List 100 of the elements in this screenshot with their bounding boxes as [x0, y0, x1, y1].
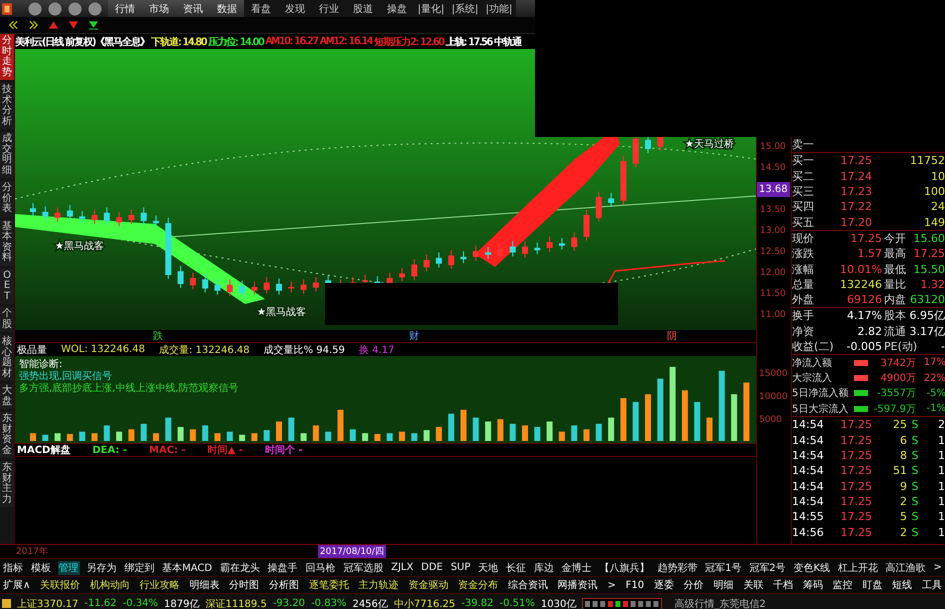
up-triangle-icon[interactable] — [48, 20, 59, 30]
quote-value: 10.01% — [840, 262, 882, 276]
toolbar-button[interactable]: 资金驱动 — [407, 578, 450, 592]
quote-label: 换手 — [792, 308, 814, 324]
side-tab[interactable]: 分价表 — [0, 181, 14, 216]
toolbar-tab[interactable]: 冠军1号 — [704, 560, 742, 574]
toolbar-button[interactable]: 关联 — [742, 578, 764, 592]
toolbar-tab[interactable]: 高江渔歌 — [884, 560, 927, 574]
diagnosis-text: 强势出现,回调买信号 — [19, 371, 112, 382]
down-triangle-icon[interactable] — [88, 20, 99, 30]
side-tab[interactable]: 大盘 — [0, 384, 14, 409]
toolbar-tab[interactable]: 管理 — [58, 560, 80, 574]
toolbar-button[interactable]: 千档 — [772, 578, 794, 592]
quote-label: 买一 — [792, 153, 814, 168]
toolbar-tab[interactable]: 操盘手 — [266, 560, 299, 574]
candlestick — [522, 240, 528, 258]
round-button-icon[interactable] — [68, 2, 82, 16]
bid-price: 17.25 — [840, 154, 872, 168]
toolbar-button[interactable]: 行业攻略 — [138, 578, 181, 592]
side-tab[interactable]: 东财资金 — [0, 412, 14, 458]
toolbar-tab[interactable]: 霸在龙头 — [218, 560, 261, 574]
menu-item[interactable]: 股道 — [346, 0, 380, 17]
toolbar-tab[interactable]: 库边 — [532, 560, 555, 574]
quote-label: 5日大宗流入 — [792, 402, 850, 416]
toolbar-tab[interactable]: 回马枪 — [304, 560, 336, 574]
toolbar-button[interactable]: 分时图 — [228, 578, 260, 592]
toolbar-button[interactable]: 短线 — [891, 578, 914, 592]
toolbar-button[interactable]: 扩展∧ — [2, 578, 32, 592]
side-tab[interactable]: 成交明细 — [0, 132, 14, 178]
toolbar-button[interactable]: > — [606, 580, 617, 590]
menu-item[interactable]: 看盘 — [244, 0, 278, 17]
double-left-chevron-icon[interactable] — [8, 20, 19, 30]
side-tab[interactable]: 个股 — [0, 307, 14, 332]
toolbar-tab[interactable]: 长征 — [505, 560, 528, 574]
round-button-icon[interactable] — [28, 2, 42, 16]
side-tab[interactable]: 东财主力 — [0, 461, 14, 507]
menu-item[interactable]: |系统| — [448, 0, 482, 17]
toolbar-button[interactable]: 监控 — [832, 578, 854, 592]
toolbar-button[interactable]: 关联报价 — [39, 578, 82, 592]
menu-item[interactable]: 行业 — [312, 0, 346, 17]
menu-item[interactable]: 行情 — [108, 0, 142, 17]
menu-item[interactable]: 发现 — [278, 0, 312, 17]
quote-label: 收益(二) — [792, 339, 834, 354]
volume-bar — [694, 402, 700, 441]
chart-title-text: 美利云(日线 前复权)《黑马全息》 — [15, 36, 149, 48]
toolbar-tab[interactable]: SUP — [450, 562, 472, 573]
menu-item[interactable]: |量化| — [414, 0, 448, 17]
toolbar-button[interactable]: 网播资讯 — [556, 578, 599, 592]
toolbar-tab[interactable]: DDE — [420, 562, 444, 573]
menu-item[interactable]: 数据 — [210, 0, 244, 17]
toolbar-button[interactable]: 明细表 — [188, 578, 220, 592]
toolbar-button[interactable]: 主力轨迹 — [358, 578, 400, 592]
menu-item[interactable]: 市场 — [142, 0, 176, 17]
toolbar-tab[interactable]: 【八旗兵】 — [598, 560, 650, 574]
round-button-icon[interactable] — [48, 2, 62, 16]
toolbar-tab[interactable]: 金博士 — [560, 560, 593, 574]
toolbar-button[interactable]: 盯盘 — [861, 578, 884, 592]
toolbar-button[interactable]: 逐笔委托 — [308, 578, 350, 592]
toolbar-tab[interactable]: 另存为 — [85, 560, 118, 574]
side-tab[interactable]: OET — [0, 268, 14, 304]
side-tab[interactable]: 基本资料 — [0, 220, 14, 266]
volume-bar — [325, 432, 332, 441]
toolbar-tab[interactable]: > — [932, 562, 943, 573]
down-triangle-icon[interactable] — [68, 20, 79, 30]
toolbar-button[interactable]: F10 — [624, 580, 646, 590]
toolbar-button[interactable]: 工具 — [920, 578, 943, 592]
toolbar-tab[interactable]: 冠军2号 — [748, 560, 787, 574]
toolbar-button[interactable]: 明细 — [712, 578, 734, 592]
toolbar-button[interactable]: 逐委 — [652, 578, 675, 592]
toolbar-button[interactable]: 资金分布 — [457, 578, 500, 592]
tick-side: S — [910, 526, 920, 539]
quote-value: -0.005 — [846, 340, 882, 353]
toolbar-tab[interactable]: 绑定到 — [123, 560, 156, 574]
toolbar-button[interactable]: 分析图 — [268, 578, 300, 592]
toolbar-button[interactable]: 分价 — [682, 578, 705, 592]
menu-item[interactable]: |功能| — [482, 0, 516, 17]
toolbar-tab[interactable]: 趋势彩带 — [656, 560, 698, 574]
side-tab[interactable]: 技术分析 — [0, 83, 14, 129]
toolbar-button[interactable]: 综合资讯 — [506, 578, 549, 592]
toolbar-tab[interactable]: 冠军选股 — [342, 560, 384, 574]
menu-item[interactable]: 操盘 — [380, 0, 414, 17]
tick-count: 1 — [937, 480, 945, 493]
toolbar-tab[interactable]: 模板 — [30, 560, 52, 574]
side-tab[interactable]: 核心题材 — [0, 335, 14, 381]
toolbar-button[interactable]: 机构动向 — [88, 578, 131, 592]
side-tab[interactable]: 分时走势 — [0, 34, 14, 80]
flow-percent: -5% — [926, 388, 945, 399]
toolbar-tab[interactable]: 指标 — [2, 560, 24, 574]
toolbar-tab[interactable]: 天地 — [477, 560, 500, 574]
double-right-chevron-icon[interactable] — [28, 20, 39, 30]
toolbar-tab[interactable]: 基本MACD — [161, 560, 214, 574]
quote-label: 今开 — [884, 230, 906, 246]
toolbar-tab[interactable]: 变色K线 — [792, 560, 832, 574]
tick-time: 14:56 — [792, 526, 825, 539]
menu-item[interactable]: 资讯 — [176, 0, 210, 17]
round-button-icon[interactable] — [88, 2, 102, 16]
toolbar-tab[interactable]: ZJLX — [390, 562, 414, 573]
toolbar-button[interactable]: 筹码 — [802, 578, 824, 592]
toolbar-tab[interactable]: 杠上开花 — [836, 560, 879, 574]
flow-percent: 22% — [922, 372, 945, 384]
